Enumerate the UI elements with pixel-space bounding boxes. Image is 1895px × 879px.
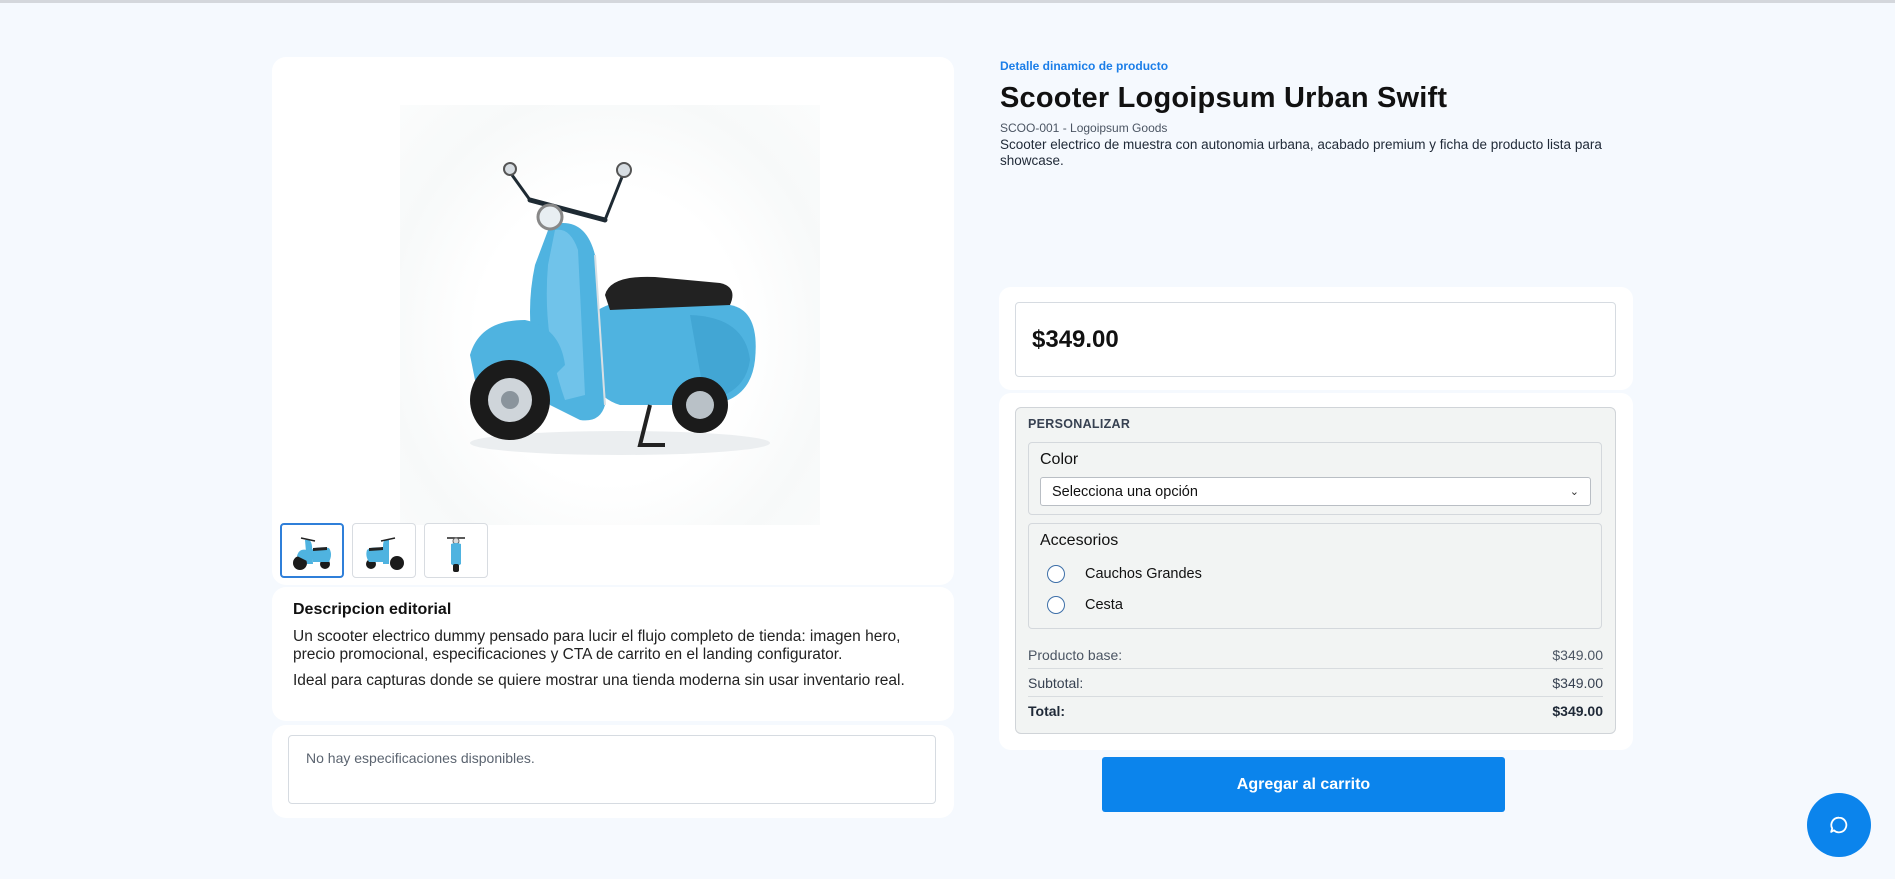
subtotal-row: Subtotal: $349.00: [1028, 669, 1603, 697]
scooter-thumbnail-icon: [366, 536, 404, 570]
checkbox[interactable]: [1047, 564, 1065, 583]
total-row: Total: $349.00: [1028, 697, 1603, 725]
description-title: Descripcion editorial: [293, 601, 452, 618]
top-border: [0, 0, 1895, 3]
scooter-thumbnail-2[interactable]: [352, 523, 416, 578]
accessories-group: Accesorios Cauchos Grandes Cesta: [1028, 523, 1602, 629]
price-breakdown: Producto base: $349.00 Subtotal: $349.00…: [1028, 641, 1603, 725]
customize-panel: PERSONALIZAR Color Selecciona una opción…: [1015, 407, 1616, 734]
scooter-thumbnail-3[interactable]: [424, 523, 488, 578]
color-select-value: Selecciona una opción: [1052, 483, 1198, 500]
scooter-hero-illustration: [470, 162, 770, 455]
subtotal-label: Subtotal:: [1028, 674, 1084, 691]
thumbnail-strip: [280, 523, 488, 578]
description-paragraph: Ideal para capturas donde se quiere most…: [293, 672, 905, 689]
sku-line: SCOO-001 - Logoipsum Goods: [1000, 121, 1168, 135]
color-group: Color Selecciona una opción ⌄: [1028, 442, 1602, 515]
accessory-option-cesta[interactable]: Cesta: [1040, 589, 1590, 620]
product-title: Scooter Logoipsum Urban Swift: [1000, 82, 1448, 114]
price-value: $349.00: [1015, 302, 1616, 377]
base-price-row: Producto base: $349.00: [1028, 641, 1603, 669]
accessories-title: Accesorios: [1040, 532, 1119, 549]
specifications-card: No hay especificaciones disponibles.: [272, 725, 954, 818]
base-price-label: Producto base:: [1028, 646, 1123, 663]
specifications-empty-state: No hay especificaciones disponibles.: [288, 735, 936, 804]
chat-button[interactable]: [1807, 793, 1871, 857]
add-to-cart-button[interactable]: Agregar al carrito: [1102, 757, 1505, 812]
product-media-card: [272, 57, 954, 585]
customize-label: PERSONALIZAR: [1028, 417, 1131, 431]
color-select[interactable]: Selecciona una opción ⌄: [1040, 477, 1591, 506]
customize-card: PERSONALIZAR Color Selecciona una opción…: [999, 393, 1633, 750]
color-title: Color: [1040, 451, 1079, 468]
eyebrow-label: Detalle dinamico de producto: [1000, 59, 1169, 73]
total-value: $349.00: [1552, 703, 1603, 719]
accessory-label: Cauchos Grandes: [1085, 565, 1202, 582]
base-price-value: $349.00: [1552, 646, 1603, 663]
scooter-thumbnail-icon: [293, 536, 331, 570]
description-paragraph: Un scooter electrico dummy pensado para …: [293, 628, 901, 663]
chevron-down-icon: ⌄: [1569, 486, 1579, 498]
accessory-option-cauchos[interactable]: Cauchos Grandes: [1040, 558, 1590, 589]
description-card: Descripcion editorial Un scooter electri…: [272, 587, 954, 721]
checkbox[interactable]: [1047, 595, 1065, 614]
scooter-thumbnail-icon: [447, 536, 465, 572]
accessory-label: Cesta: [1085, 596, 1123, 613]
hero-image: [400, 105, 820, 525]
subtotal-value: $349.00: [1552, 674, 1603, 691]
chat-bubble-icon: [1830, 816, 1848, 834]
product-summary: Scooter electrico de muestra con autonom…: [1000, 137, 1602, 168]
total-label: Total:: [1028, 703, 1066, 719]
price-card: $349.00: [999, 287, 1633, 390]
scooter-thumbnail-1[interactable]: [280, 523, 344, 578]
